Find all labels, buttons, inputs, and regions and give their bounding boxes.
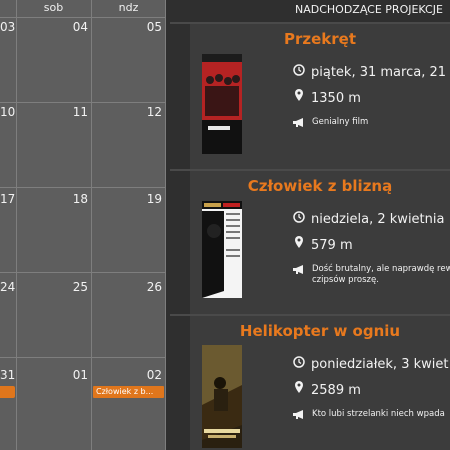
day-cell[interactable]: 24 xyxy=(0,280,15,294)
weekday-header-ndz: ndz xyxy=(118,1,139,14)
day-cell[interactable]: 31 xyxy=(0,368,15,382)
date-text: niedziela, 2 kwietnia xyxy=(311,212,445,227)
movie-poster[interactable] xyxy=(202,201,242,298)
screening-note: Kto lubi strzelanki niech wpada xyxy=(292,409,450,424)
screening-distance: 2589 m xyxy=(292,380,361,398)
note-text: Genialny film xyxy=(312,117,369,127)
screening-date: piątek, 31 marca, 21 xyxy=(292,64,446,80)
map-pin-icon xyxy=(292,380,306,398)
note-text: Kto lubi strzelanki niech wpada xyxy=(312,409,445,419)
day-cell[interactable]: 25 xyxy=(16,280,88,294)
day-cell[interactable]: 17 xyxy=(0,192,15,206)
calendar-event-continuation[interactable] xyxy=(0,386,15,398)
grid-divider xyxy=(165,0,166,450)
note-text: Dość brutalny, ale naprawdę rew czipsów … xyxy=(312,264,450,285)
grid-divider xyxy=(91,0,92,450)
screening-note: Dość brutalny, ale naprawdę rew czipsów … xyxy=(292,264,450,286)
screening-date: niedziela, 2 kwietnia xyxy=(292,211,444,227)
distance-text: 2589 m xyxy=(311,383,361,398)
weekday-header xyxy=(0,0,16,17)
grid-divider xyxy=(0,102,166,103)
movie-title[interactable]: Helikopter w ogniu xyxy=(190,322,450,340)
day-cell[interactable]: 19 xyxy=(91,192,162,206)
movie-card[interactable]: Człowiek z blizną niedziela, 2 kwietnia … xyxy=(190,171,450,316)
screening-date: poniedziałek, 3 kwiet xyxy=(292,356,448,372)
day-cell[interactable]: 02 xyxy=(91,368,162,382)
clock-icon xyxy=(292,64,306,80)
day-cell[interactable]: 26 xyxy=(91,280,162,294)
megaphone-icon xyxy=(292,409,306,424)
day-cell[interactable]: 04 xyxy=(16,20,88,34)
screening-distance: 1350 m xyxy=(292,88,361,106)
calendar-header: sob ndz xyxy=(0,0,166,17)
movie-title[interactable]: Człowiek z blizną xyxy=(190,177,450,195)
day-cell[interactable]: 01 xyxy=(16,368,88,382)
calendar-event[interactable]: Człowiek z b... xyxy=(93,386,164,398)
day-cell[interactable]: 18 xyxy=(16,192,88,206)
megaphone-icon xyxy=(292,264,306,279)
clock-icon xyxy=(292,211,306,227)
app-root: sob ndz 03 04 05 10 11 12 17 18 19 24 25… xyxy=(0,0,450,450)
date-text: piątek, 31 marca, 21 xyxy=(311,65,447,80)
movie-card[interactable]: Przekręt piątek, 31 marca, 21 1350 m Gen… xyxy=(190,24,450,169)
grid-divider xyxy=(0,187,166,188)
day-cell[interactable]: 03 xyxy=(0,20,15,34)
grid-divider xyxy=(0,357,166,358)
grid-divider xyxy=(0,17,166,18)
movie-title[interactable]: Przekręt xyxy=(190,30,450,48)
date-text: poniedziałek, 3 kwiet xyxy=(311,357,449,372)
day-cell[interactable]: 12 xyxy=(91,105,162,119)
grid-divider xyxy=(16,0,17,450)
movie-poster[interactable] xyxy=(202,54,242,154)
day-cell[interactable]: 11 xyxy=(16,105,88,119)
calendar: sob ndz 03 04 05 10 11 12 17 18 19 24 25… xyxy=(0,0,166,450)
screening-note: Genialny film xyxy=(292,117,450,132)
upcoming-screenings-panel: NADCHODZĄCE PROJEKCJE Przekręt piątek, 3… xyxy=(170,0,450,450)
screening-distance: 579 m xyxy=(292,235,353,253)
map-pin-icon xyxy=(292,88,306,106)
day-cell[interactable]: 10 xyxy=(0,105,15,119)
megaphone-icon xyxy=(292,117,306,132)
weekday-header-sob: sob xyxy=(43,1,64,14)
movie-card[interactable]: Helikopter w ogniu poniedziałek, 3 kwiet… xyxy=(190,316,450,450)
clock-icon xyxy=(292,356,306,372)
distance-text: 1350 m xyxy=(311,91,361,106)
distance-text: 579 m xyxy=(311,238,353,253)
map-pin-icon xyxy=(292,235,306,253)
grid-divider xyxy=(0,272,166,273)
day-cell[interactable]: 05 xyxy=(91,20,162,34)
movie-poster[interactable] xyxy=(202,345,242,448)
panel-title: NADCHODZĄCE PROJEKCJE xyxy=(295,3,443,16)
